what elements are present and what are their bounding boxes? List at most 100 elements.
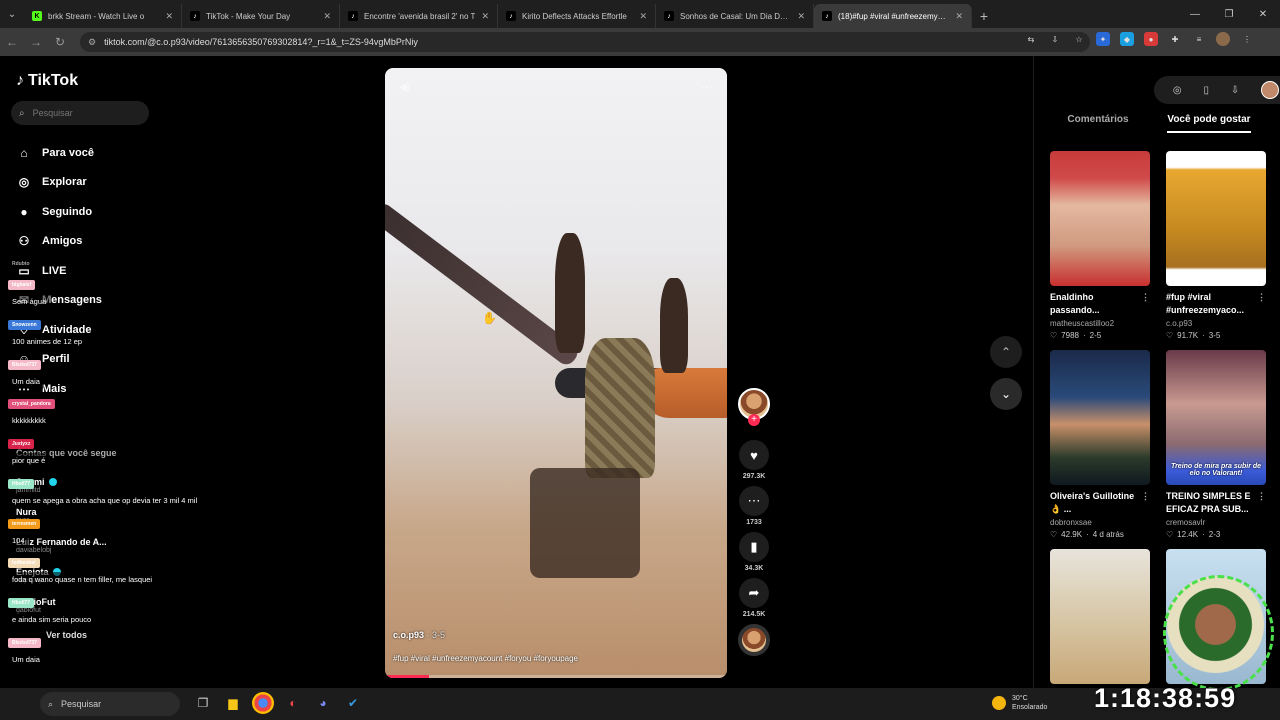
install-icon[interactable]: ⇩	[1048, 32, 1062, 46]
tab-comments[interactable]: Comentários	[1067, 114, 1128, 133]
forward-button[interactable]: →	[24, 28, 48, 56]
music-disc-action[interactable]	[737, 624, 771, 656]
app-red-icon[interactable]: ◐	[282, 692, 304, 714]
close-window-button[interactable]: ✕	[1246, 0, 1280, 28]
tab-close-icon[interactable]: ✕	[481, 11, 489, 22]
chat-message: bigbaixf Sem água	[8, 273, 218, 310]
recommended-video-card[interactable]: Treino de mira pra subir de elo no Valor…	[1166, 350, 1266, 539]
card-more-icon[interactable]: ⋮	[1257, 490, 1266, 516]
chat-text: quem se apega a obra acha que op devia t…	[8, 492, 202, 509]
tab-favicon-icon: ♪	[506, 11, 516, 21]
share-action[interactable]: ➦ 214.5K	[737, 578, 771, 618]
stream-chat-overlay: Rdubto bigbaixf Sem água Snowzenn 100 animes…	[8, 252, 218, 671]
browser-tab[interactable]: ♪ TikTok - Make Your Day ✕	[182, 4, 340, 28]
weather-widget[interactable]: 30°C Ensolarado	[992, 694, 1047, 712]
tab-close-icon[interactable]: ✕	[955, 11, 963, 22]
bookmark-icon[interactable]: ▮	[739, 532, 769, 562]
minimize-button[interactable]: —	[1178, 0, 1212, 28]
like-action[interactable]: ♥ 297.3K	[737, 440, 771, 480]
video-caption[interactable]: #fup #viral #unfreezemyacount #foryou #f…	[393, 654, 578, 663]
tab-close-icon[interactable]: ✕	[639, 11, 647, 22]
card-username[interactable]: matheuscastilloo2	[1050, 319, 1150, 328]
task-view-icon[interactable]: ❐	[192, 692, 214, 714]
explore-icon[interactable]: ◎	[1173, 85, 1182, 96]
tab-search-icon[interactable]: ⌄	[0, 0, 24, 28]
video-thumbnail[interactable]: Treino de mira pra subir de elo no Valor…	[1166, 350, 1266, 485]
browser-tab[interactable]: ♪ Encontre 'avenida brasil 2' no T ✕	[340, 4, 498, 28]
site-info-icon[interactable]: ⚙	[88, 37, 96, 48]
card-username[interactable]: c.o.p93	[1166, 319, 1266, 328]
tab-title: Kirito Deflects Attacks Effortle	[522, 11, 627, 21]
save-action[interactable]: ▮ 34.3K	[737, 532, 771, 572]
next-video-button[interactable]: ⌄	[990, 378, 1022, 410]
more-options-icon[interactable]: ⋯	[701, 80, 713, 94]
author-name[interactable]: c.o.p93	[393, 630, 424, 640]
chat-username: Hboll77	[8, 478, 35, 489]
tab-close-icon[interactable]: ✕	[323, 11, 331, 22]
nav-item-following[interactable]: ● Seguindo	[16, 197, 102, 227]
chrome-icon[interactable]	[252, 692, 274, 714]
follow-plus-icon[interactable]: +	[748, 414, 760, 426]
discord-icon[interactable]: ◕	[312, 692, 334, 714]
previous-video-button[interactable]: ⌃	[990, 336, 1022, 368]
recommended-video-card[interactable]	[1050, 549, 1150, 684]
nav-item-home[interactable]: ⌂ Para você	[16, 138, 102, 168]
card-more-icon[interactable]: ⋮	[1141, 490, 1150, 516]
reload-button[interactable]: ↻	[48, 28, 72, 56]
card-username[interactable]: dobronxsae	[1050, 518, 1150, 527]
video-author[interactable]: c.o.p93 · 3-5	[393, 630, 445, 640]
video-thumbnail[interactable]	[1050, 151, 1150, 286]
extension-cyan-icon[interactable]: ◆	[1120, 32, 1134, 46]
translate-icon[interactable]: ⇆	[1024, 32, 1038, 46]
card-more-icon[interactable]: ⋮	[1257, 291, 1266, 317]
user-avatar[interactable]	[1261, 81, 1280, 99]
author-avatar-action[interactable]: +	[737, 388, 771, 426]
browser-tab[interactable]: Kbrkk Stream - Watch Live o ✕	[24, 4, 182, 28]
extension-red-icon[interactable]: ●	[1144, 32, 1158, 46]
card-stats: ♡ 42.9K · 4 d atrás	[1050, 530, 1150, 539]
card-username[interactable]: cremosavlr	[1166, 518, 1266, 527]
tab-you-may-like[interactable]: Você pode gostar	[1167, 114, 1251, 133]
nav-label: Seguindo	[42, 205, 93, 218]
browser-menu-icon[interactable]: ⋮	[1240, 32, 1254, 46]
media-icon[interactable]: ≡	[1192, 32, 1206, 46]
chat-message: Bledsd737 Um daia	[8, 353, 218, 390]
new-tab-button[interactable]: +	[972, 4, 996, 28]
video-progress-bar[interactable]	[385, 675, 727, 678]
file-explorer-icon[interactable]: ▆	[222, 692, 244, 714]
download-icon[interactable]: ⇩	[1231, 85, 1239, 96]
browser-tab[interactable]: ♪ (18)#fup #viral #unfreezemyaco ✕	[814, 4, 972, 28]
heart-icon[interactable]: ♥	[739, 440, 769, 470]
card-more-icon[interactable]: ⋮	[1141, 291, 1150, 317]
video-thumbnail[interactable]	[1050, 549, 1150, 684]
volume-icon[interactable]: ◀)	[399, 82, 410, 93]
device-icon[interactable]: ▯	[1203, 85, 1209, 96]
tiktok-logo[interactable]: ♪ TikTok	[16, 72, 78, 90]
tab-close-icon[interactable]: ✕	[797, 11, 805, 22]
browser-tab[interactable]: ♪ Kirito Deflects Attacks Effortle ✕	[498, 4, 656, 28]
nav-item-compass[interactable]: ◎ Explorar	[16, 168, 102, 198]
comment-icon[interactable]: ⋯	[739, 486, 769, 516]
recommended-video-card[interactable]: #fup #viral #unfreezemyaco... ⋮ c.o.p93 ♡ 91…	[1166, 151, 1266, 340]
search-box[interactable]: ⌕	[11, 101, 149, 125]
tab-close-icon[interactable]: ✕	[165, 11, 173, 22]
comment-action[interactable]: ⋯ 1733	[737, 486, 771, 526]
app-check-icon[interactable]: ✔	[342, 692, 364, 714]
recommended-video-card[interactable]: Enaldinho passando... ⋮ matheuscastilloo2 ♡…	[1050, 151, 1150, 340]
video-thumbnail[interactable]	[1166, 151, 1266, 286]
extension-blue-icon[interactable]: ✦	[1096, 32, 1110, 46]
video-player[interactable]: ◀) ⋯ c.o.p93 · 3-5 #fup #viral #unfreeze…	[385, 68, 727, 678]
search-input[interactable]	[32, 108, 133, 118]
share-icon[interactable]: ➦	[739, 578, 769, 608]
maximize-button[interactable]: ❐	[1212, 0, 1246, 28]
bookmark-star-icon[interactable]: ☆	[1072, 32, 1086, 46]
recommended-video-card[interactable]: Oliveira's Guillotine👌 ... ⋮ dobronxsae ♡ 42…	[1050, 350, 1150, 539]
music-disc-icon[interactable]	[738, 624, 770, 656]
taskbar-search[interactable]: ⌕ Pesquisar	[40, 692, 180, 716]
browser-tab[interactable]: ♪ Sonhos de Casal: Um Dia Deixa ✕	[656, 4, 814, 28]
extensions-puzzle-icon[interactable]: ✚	[1168, 32, 1182, 46]
profile-avatar[interactable]	[1216, 32, 1230, 46]
address-bar[interactable]: ⚙ tiktok.com/@c.o.p93/video/761365635076…	[80, 32, 1090, 52]
video-thumbnail[interactable]	[1050, 350, 1150, 485]
back-button[interactable]: ←	[0, 28, 24, 56]
